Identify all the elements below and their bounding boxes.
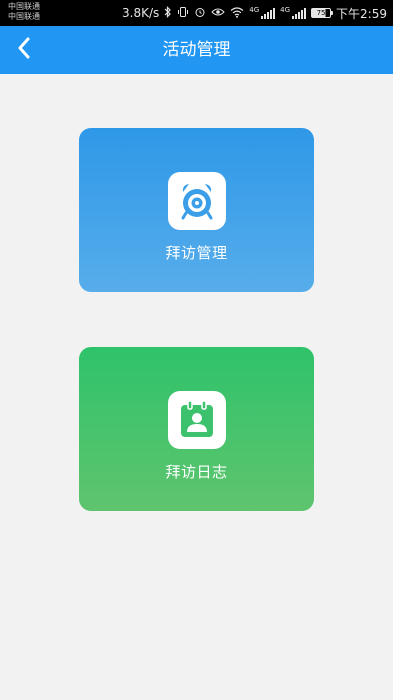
calendar-contact-icon	[167, 391, 226, 449]
status-bar: 中国联通 中国联通 3.8K/s 4G 4G 75 下午2:59	[0, 0, 393, 26]
battery-icon: 75	[311, 8, 334, 18]
carrier-name-2: 中国联通	[8, 12, 40, 21]
network-speed: 3.8K/s	[122, 6, 160, 20]
network-type-2: 4G	[280, 6, 291, 14]
vibrate-icon	[177, 6, 189, 20]
battery-level: 75	[316, 9, 326, 17]
bluetooth-icon	[164, 6, 172, 20]
signal-strength-icon-2	[292, 7, 307, 19]
carrier-name-1: 中国联通	[8, 2, 40, 11]
status-time: 下午2:59	[336, 6, 387, 21]
carrier-info: 中国联通 中国联通	[8, 2, 40, 22]
wifi-icon	[230, 6, 244, 20]
alarm-clock-icon	[167, 172, 226, 230]
status-icons: 3.8K/s 4G 4G 75 下午2:59	[122, 0, 387, 26]
visit-log-card[interactable]: 拜访日志	[79, 347, 314, 511]
alarm-icon	[194, 6, 206, 20]
network-type-1: 4G	[249, 6, 260, 14]
visit-management-card[interactable]: 拜访管理	[79, 128, 314, 292]
eye-comfort-icon	[211, 6, 225, 20]
back-button[interactable]	[4, 30, 44, 70]
chevron-left-icon	[17, 37, 31, 63]
visit-log-label: 拜访日志	[165, 463, 228, 481]
signal-strength-icon-1	[261, 7, 276, 19]
visit-management-label: 拜访管理	[165, 244, 228, 262]
app-bar: 活动管理	[0, 26, 393, 74]
page-title: 活动管理	[162, 40, 231, 60]
